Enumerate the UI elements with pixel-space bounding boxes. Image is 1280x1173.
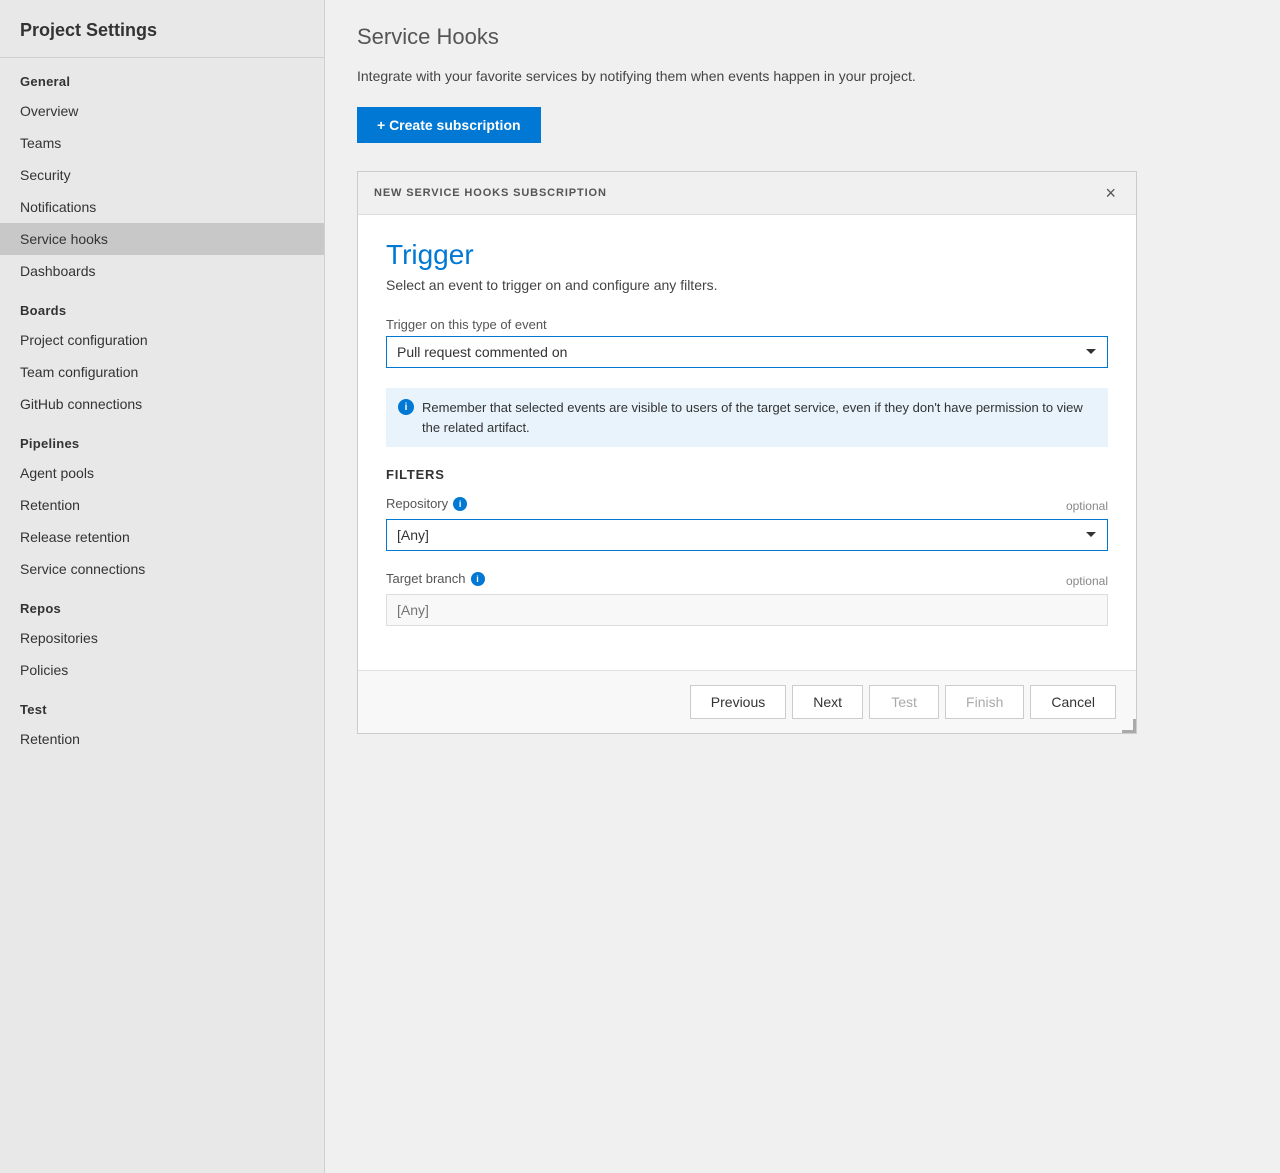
sidebar-item-service-connections[interactable]: Service connections [0, 553, 324, 585]
main-content: Service Hooks Integrate with your favori… [325, 0, 1280, 1173]
sidebar-item-policies[interactable]: Policies [0, 654, 324, 686]
sidebar-item-security[interactable]: Security [0, 159, 324, 191]
sidebar-item-dashboards[interactable]: Dashboards [0, 255, 324, 287]
dialog-header-title: NEW SERVICE HOOKS SUBSCRIPTION [374, 187, 607, 199]
next-button[interactable]: Next [792, 685, 863, 719]
test-button[interactable]: Test [869, 685, 939, 719]
sidebar-item-retention[interactable]: Retention [0, 489, 324, 521]
sidebar-section-pipelines: Pipelines [0, 420, 324, 457]
dialog-section-title: Trigger [386, 239, 1108, 271]
repository-info-icon: i [453, 497, 467, 511]
sidebar-item-project-configuration[interactable]: Project configuration [0, 324, 324, 356]
create-subscription-button[interactable]: + Create subscription [357, 107, 541, 143]
dialog-section-desc: Select an event to trigger on and config… [386, 277, 1108, 293]
repository-label: Repository i [386, 496, 467, 511]
sidebar-section-repos: Repos [0, 585, 324, 622]
sidebar-item-agent-pools[interactable]: Agent pools [0, 457, 324, 489]
sidebar-item-service-hooks[interactable]: Service hooks [0, 223, 324, 255]
repository-optional: optional [1066, 499, 1108, 513]
dialog-close-button[interactable]: × [1101, 184, 1120, 202]
page-description: Integrate with your favorite services by… [357, 66, 1248, 87]
sidebar-item-github-connections[interactable]: GitHub connections [0, 388, 324, 420]
trigger-label: Trigger on this type of event [386, 317, 1108, 332]
service-hooks-dialog: NEW SERVICE HOOKS SUBSCRIPTION × Trigger… [357, 171, 1137, 734]
dialog-body: Trigger Select an event to trigger on an… [358, 215, 1136, 670]
sidebar-item-release-retention[interactable]: Release retention [0, 521, 324, 553]
resize-handle[interactable] [1122, 719, 1136, 733]
sidebar-section-boards: Boards [0, 287, 324, 324]
cancel-button[interactable]: Cancel [1030, 685, 1116, 719]
info-box: i Remember that selected events are visi… [386, 388, 1108, 447]
target-branch-optional: optional [1066, 574, 1108, 588]
trigger-select[interactable]: Pull request commented onCode pushedPull… [386, 336, 1108, 368]
finish-button[interactable]: Finish [945, 685, 1024, 719]
repository-form-group: Repository i optional [Any] [386, 496, 1108, 551]
sidebar-item-notifications[interactable]: Notifications [0, 191, 324, 223]
sidebar-item-repositories[interactable]: Repositories [0, 622, 324, 654]
repository-select[interactable]: [Any] [386, 519, 1108, 551]
target-branch-form-group: Target branch i optional [386, 571, 1108, 626]
target-branch-input[interactable] [386, 594, 1108, 626]
page-title: Service Hooks [357, 24, 1248, 50]
target-branch-label-row: Target branch i optional [386, 571, 1108, 590]
sidebar-title: Project Settings [0, 0, 324, 58]
sidebar: Project Settings GeneralOverviewTeamsSec… [0, 0, 325, 1173]
info-icon: i [398, 399, 414, 415]
sidebar-item-overview[interactable]: Overview [0, 95, 324, 127]
trigger-form-group: Trigger on this type of event Pull reque… [386, 317, 1108, 368]
sidebar-section-general: General [0, 58, 324, 95]
sidebar-item-team-configuration[interactable]: Team configuration [0, 356, 324, 388]
previous-button[interactable]: Previous [690, 685, 786, 719]
repository-label-row: Repository i optional [386, 496, 1108, 515]
sidebar-section-test: Test [0, 686, 324, 723]
target-branch-info-icon: i [471, 572, 485, 586]
info-box-text: Remember that selected events are visibl… [422, 398, 1096, 437]
filters-header: FILTERS [386, 467, 1108, 482]
sidebar-item-retention-test[interactable]: Retention [0, 723, 324, 755]
sidebar-item-teams[interactable]: Teams [0, 127, 324, 159]
target-branch-label: Target branch i [386, 571, 485, 586]
dialog-header: NEW SERVICE HOOKS SUBSCRIPTION × [358, 172, 1136, 215]
dialog-footer: Previous Next Test Finish Cancel [358, 670, 1136, 733]
